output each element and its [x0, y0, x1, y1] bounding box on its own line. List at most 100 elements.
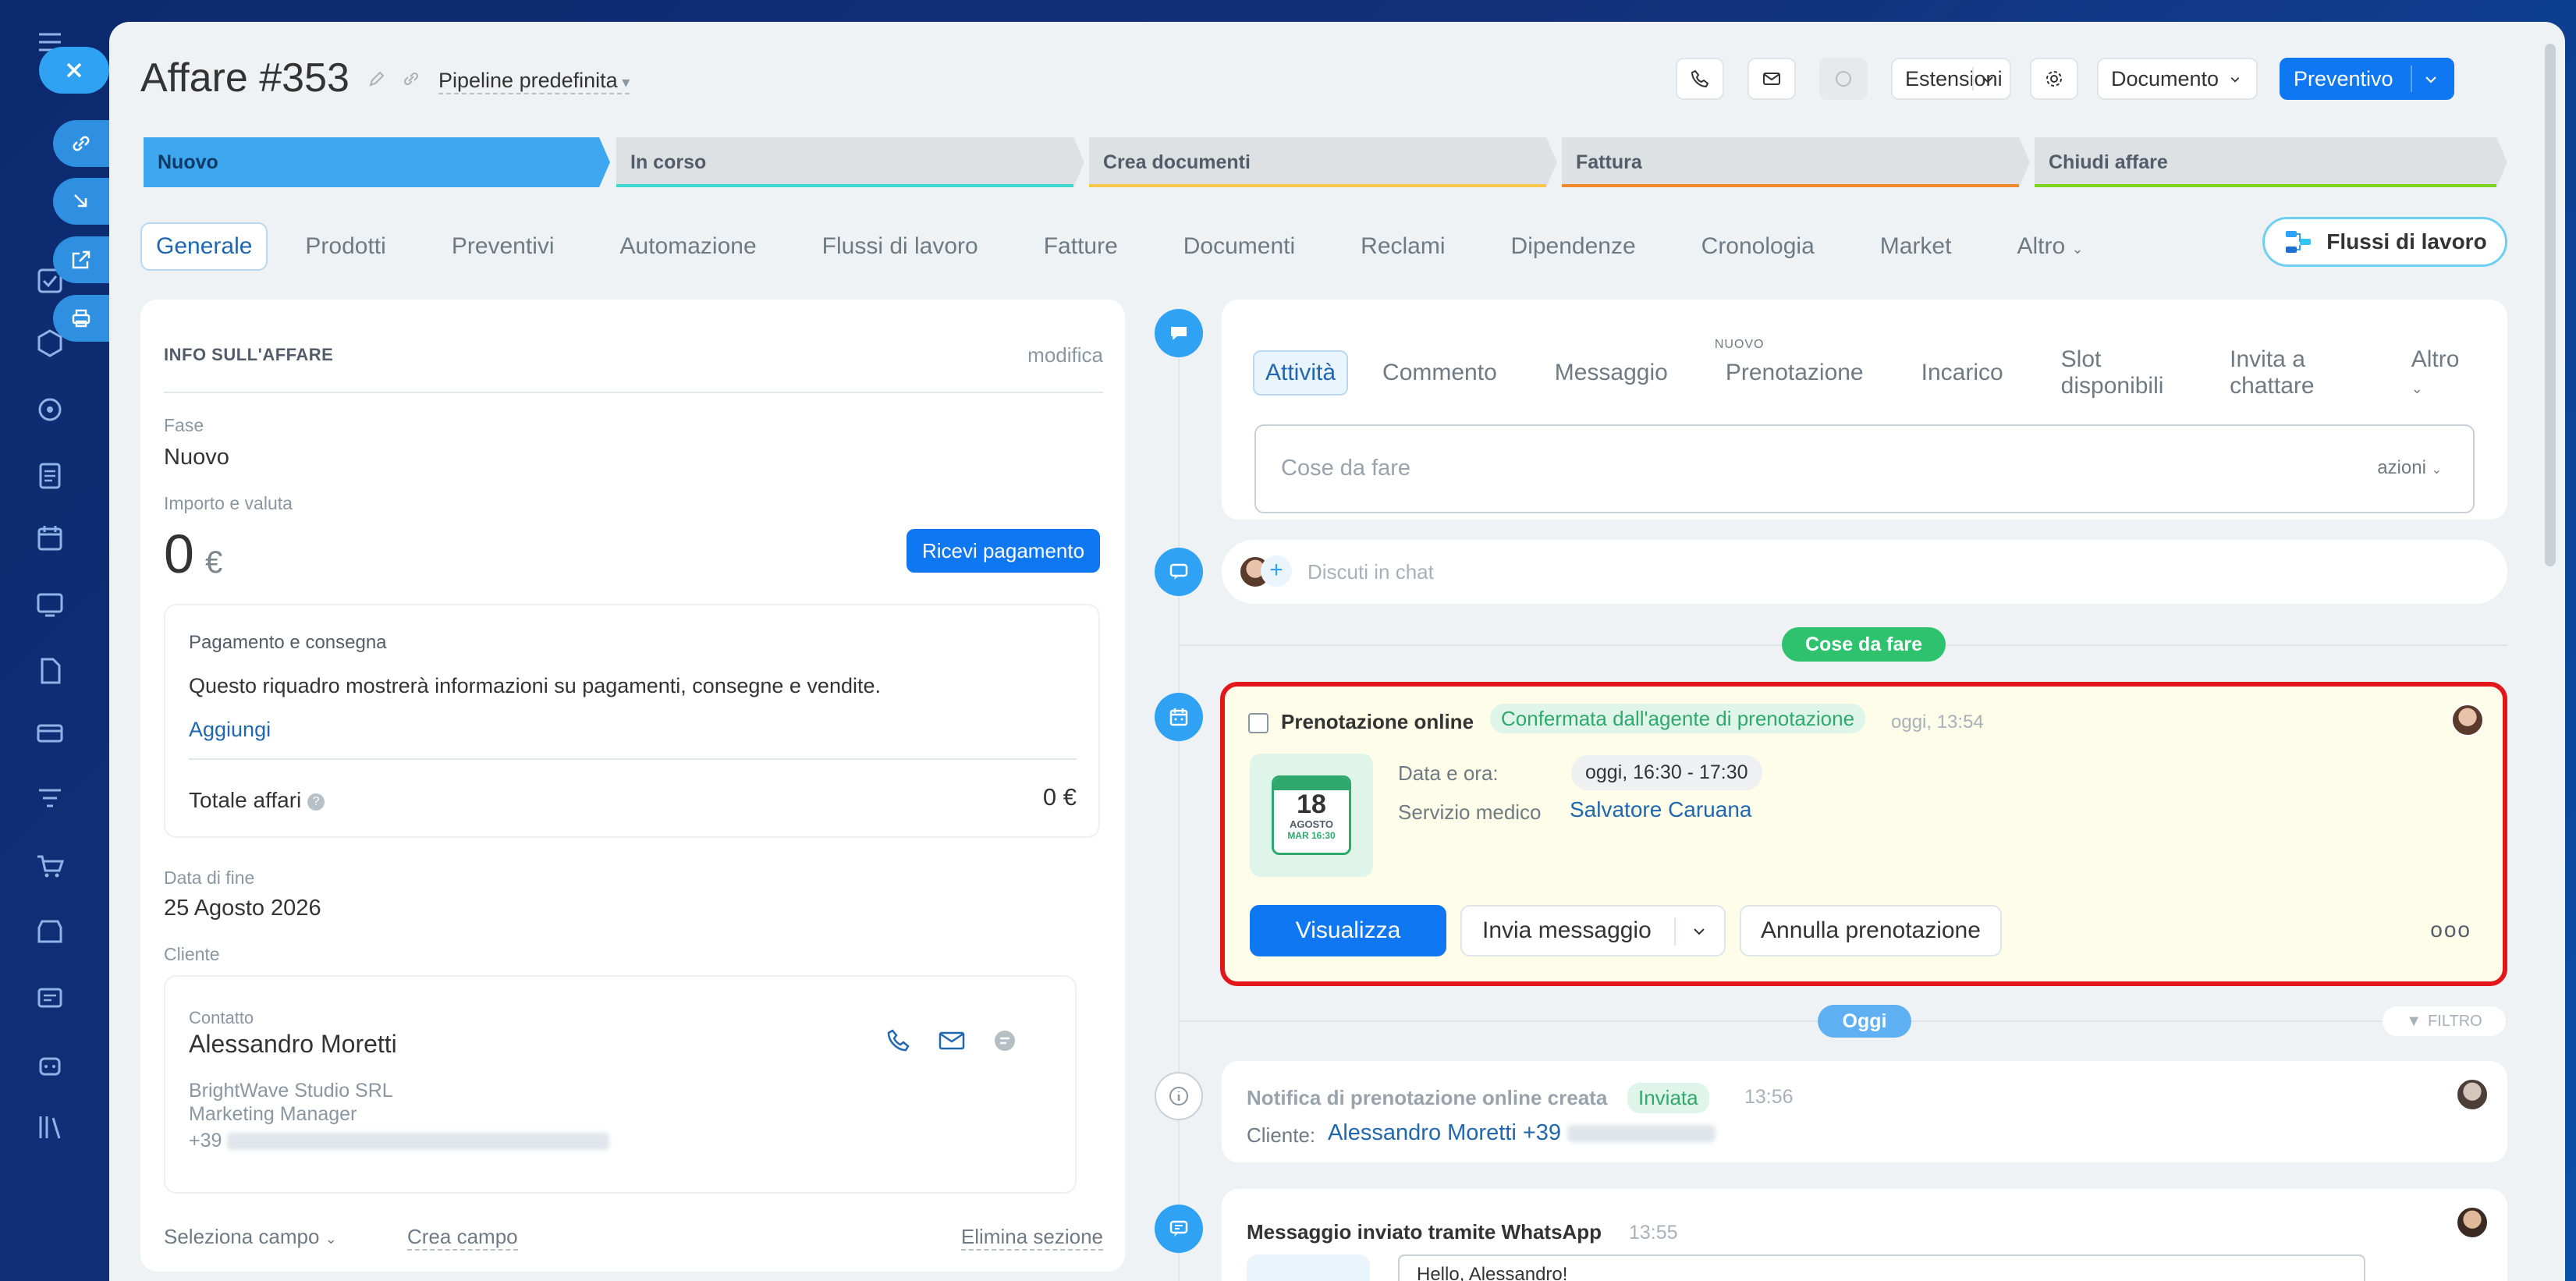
client-link[interactable]: Alessandro Moretti +39	[1328, 1120, 1716, 1146]
create-field-link[interactable]: Crea campo	[407, 1225, 518, 1251]
cart-icon[interactable]	[34, 850, 66, 882]
tab-invoices[interactable]: Fatture	[1030, 224, 1132, 269]
actions-dropdown[interactable]: azioni ⌄	[2377, 457, 2442, 479]
add-participant-icon[interactable]: +	[1261, 555, 1292, 587]
tab-more[interactable]: Altro ⌄	[2400, 339, 2471, 407]
tab-invite-chat[interactable]: Invita a chattare	[2219, 339, 2365, 407]
tab-automation[interactable]: Automazione	[606, 224, 771, 269]
chevron-down-icon: ⌄	[2071, 241, 2084, 257]
tab-documents[interactable]: Documenti	[1169, 224, 1309, 269]
stage-new[interactable]: Nuovo	[144, 137, 610, 187]
document-button[interactable]: Documento	[2097, 58, 2258, 100]
chevron-down-icon[interactable]	[1977, 69, 1999, 96]
activity-timeline-icon	[1155, 309, 1203, 357]
tab-general[interactable]: Generale	[140, 222, 268, 271]
client-label: Cliente	[164, 944, 220, 964]
cancel-booking-button[interactable]: Annulla prenotazione	[1740, 905, 2002, 956]
stage-label: Fase	[164, 415, 204, 435]
open-new-window-button[interactable]	[53, 236, 109, 283]
contact-center-icon[interactable]	[34, 983, 66, 1014]
complete-checkbox[interactable]	[1248, 713, 1268, 733]
pencil-icon[interactable]	[367, 69, 387, 93]
docs-icon[interactable]	[34, 460, 66, 491]
tab-activity[interactable]: Attività	[1253, 350, 1349, 396]
select-field[interactable]: Seleziona campo ⌄	[164, 1225, 337, 1249]
payment-title: Pagamento e consegna	[189, 632, 387, 653]
quote-button[interactable]: Preventivo	[2280, 58, 2454, 100]
stage-close-deal[interactable]: Chiudi affare	[2035, 137, 2507, 187]
tab-products[interactable]: Prodotti	[291, 224, 399, 269]
file-icon[interactable]	[34, 655, 66, 687]
stage-invoice[interactable]: Fattura	[1562, 137, 2030, 187]
deal-panel: Affare #353 Pipeline predefinita Estensi…	[109, 22, 2565, 1281]
chat-bar[interactable]: + Discuti in chat	[1222, 540, 2507, 604]
total-label: Totale affari ?	[189, 788, 325, 813]
tab-quotes[interactable]: Preventivi	[438, 224, 569, 269]
call-button[interactable]	[1676, 58, 1724, 100]
contact-name[interactable]: Alessandro Moretti	[189, 1030, 397, 1059]
chat-icon[interactable]	[991, 1027, 1019, 1059]
booking-time: oggi, 13:54	[1891, 711, 1984, 733]
robot-icon[interactable]	[34, 1049, 66, 1081]
reports-icon[interactable]	[34, 589, 66, 620]
stage-create-documents[interactable]: Crea documenti	[1089, 137, 1557, 187]
tab-more[interactable]: Altro ⌄	[2003, 224, 2097, 269]
chat-timeline-icon	[1155, 548, 1203, 596]
print-button[interactable]	[53, 295, 109, 342]
library-icon[interactable]	[34, 1112, 66, 1143]
stage-in-progress[interactable]: In corso	[616, 137, 1084, 187]
tab-task[interactable]: Incarico	[1911, 352, 2014, 394]
copy-link-button[interactable]	[53, 120, 109, 167]
receive-payment-button[interactable]: Ricevi pagamento	[907, 529, 1100, 573]
contact-label: Contatto	[189, 1008, 254, 1027]
chat-button[interactable]	[1819, 58, 1868, 100]
settings-button[interactable]	[2030, 58, 2078, 100]
company: BrightWave Studio SRL	[189, 1080, 393, 1102]
close-button[interactable]	[39, 47, 109, 94]
view-button[interactable]: Visualizza	[1250, 905, 1446, 956]
chevron-down-icon[interactable]	[1688, 921, 1710, 949]
tab-dependencies[interactable]: Dipendenze	[1497, 224, 1650, 269]
automation-icon[interactable]	[34, 394, 66, 425]
chevron-down-icon[interactable]	[2420, 69, 2442, 96]
tab-market[interactable]: Market	[1866, 224, 1966, 269]
more-icon[interactable]: ooo	[2430, 917, 2471, 942]
workflow-icon	[2286, 231, 2312, 253]
stage-bar: Nuovo In corso Crea documenti Fattura Ch…	[144, 137, 2507, 187]
tab-message[interactable]: Messaggio	[1544, 352, 1679, 394]
card-icon[interactable]	[34, 718, 66, 749]
message-icon	[1169, 1220, 1188, 1237]
phone-icon	[1691, 69, 1709, 88]
pipeline-selector[interactable]: Pipeline predefinita	[438, 69, 630, 94]
extensions-button[interactable]: Estensioni	[1891, 58, 2011, 100]
send-message-button[interactable]: Invia messaggio	[1460, 905, 1726, 956]
link-icon	[73, 136, 90, 151]
tab-available-slots[interactable]: Slot disponibili	[2050, 339, 2183, 407]
add-link[interactable]: Aggiungi	[189, 718, 271, 742]
tab-history[interactable]: Cronologia	[1687, 224, 1829, 269]
service-value[interactable]: Salvatore Caruana	[1570, 797, 1751, 822]
filter-icon[interactable]	[34, 784, 66, 815]
tab-complaints[interactable]: Reclami	[1347, 224, 1459, 269]
link-icon[interactable]	[401, 69, 421, 93]
filter-button[interactable]: ▼ FILTRO	[2383, 1006, 2506, 1036]
mail-icon[interactable]	[936, 1027, 967, 1059]
chevron-down-icon	[2227, 69, 2244, 94]
workflows-button[interactable]: Flussi di lavoro	[2262, 217, 2507, 267]
email-button[interactable]	[1747, 58, 1796, 100]
calendar-icon[interactable]	[34, 523, 66, 554]
store-icon[interactable]	[34, 917, 66, 948]
delete-section-link[interactable]: Elimina sezione	[960, 1225, 1103, 1251]
contact-actions	[885, 1027, 1019, 1059]
booking-title: Prenotazione online	[1281, 710, 1474, 733]
tab-booking[interactable]: NUOVO Prenotazione	[1715, 338, 1875, 394]
phone-icon[interactable]	[885, 1027, 913, 1059]
todo-input[interactable]: Cose da fare azioni ⌄	[1254, 424, 2475, 513]
edit-link[interactable]: modifica	[1027, 343, 1103, 367]
help-icon[interactable]: ?	[307, 793, 325, 811]
whatsapp-thumb	[1247, 1254, 1370, 1281]
minimize-button[interactable]	[53, 178, 109, 225]
scrollbar[interactable]	[2545, 44, 2556, 566]
tab-workflows[interactable]: Flussi di lavoro	[808, 224, 992, 269]
tab-comment[interactable]: Commento	[1371, 352, 1508, 394]
